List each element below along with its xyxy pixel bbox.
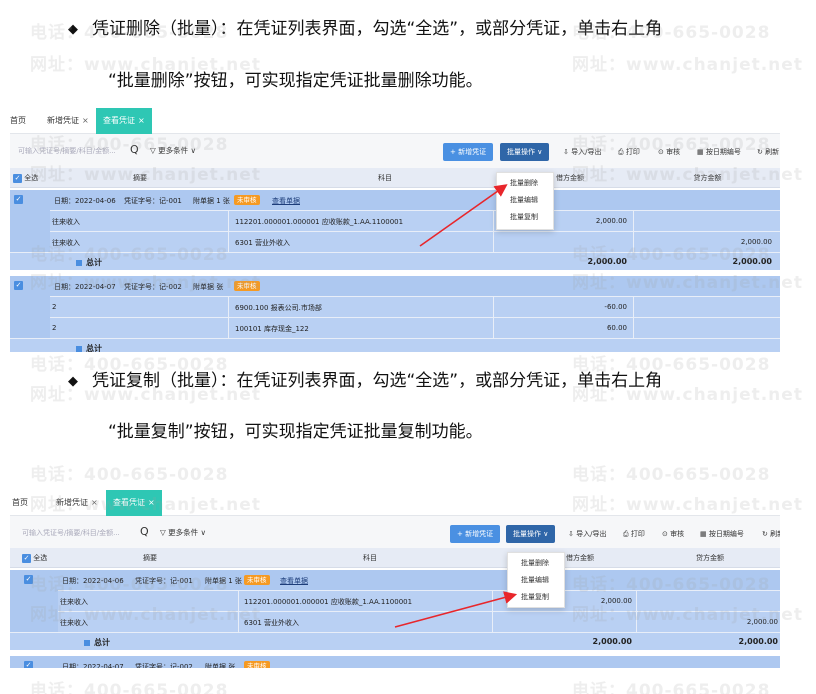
annotation-arrows bbox=[394, 184, 518, 628]
arrow-to-batch-delete bbox=[419, 184, 508, 247]
arrow-to-batch-copy bbox=[394, 591, 518, 628]
